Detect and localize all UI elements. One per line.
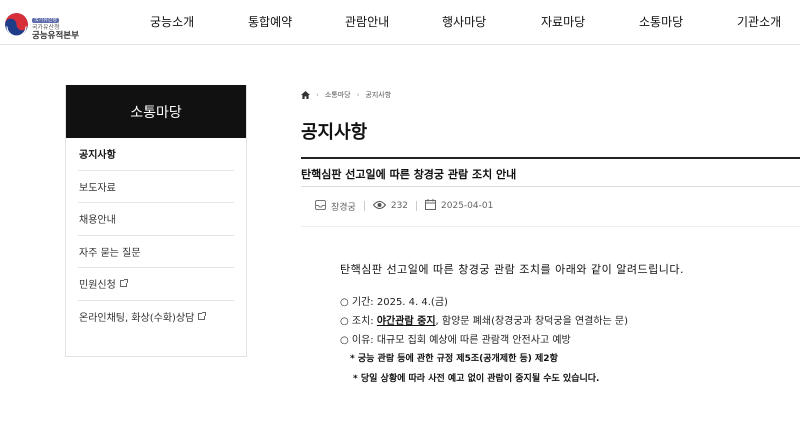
post-date: 2025-04-01 — [441, 201, 494, 211]
sidebar-menu: 공지사항 보도자료 채용안내 자주 묻는 질문 민원신청 온라인채팅, 화상(수… — [66, 138, 246, 333]
nav-item-visit-guide[interactable]: 관람안내 — [345, 13, 389, 30]
post-note-warning: * 당일 상황에 따라 사전 예고 없이 관람이 중지될 수도 있습니다. — [353, 374, 600, 384]
nav-item-communication[interactable]: 소통마당 — [639, 13, 683, 30]
sidebar-item-recruit[interactable]: 채용안내 — [78, 203, 234, 236]
page-title: 공지사항 — [301, 122, 368, 143]
sidebar-item-label: 채용안내 — [79, 215, 116, 227]
measure-emphasis: 야간관람 중지 — [376, 316, 436, 327]
post-title: 탄핵심판 선고일에 따른 창경궁 관람 조치 안내 — [301, 168, 517, 181]
calendar-icon — [425, 199, 437, 213]
breadcrumb-item[interactable]: 공지사항 — [365, 90, 391, 100]
breadcrumb-separator: › — [316, 91, 319, 99]
inbox-icon — [315, 199, 326, 213]
logo-line3: 궁능유적본부 — [32, 31, 79, 41]
post-title-divider — [301, 186, 800, 187]
post-reason: ○ 이유: 대규모 집회 예상에 따른 관람객 안전사고 예방 — [340, 335, 571, 346]
nav-item-events[interactable]: 행사마당 — [442, 13, 486, 30]
breadcrumb-item[interactable]: 소통마당 — [325, 90, 351, 100]
post-period: ○ 기간: 2025. 4. 4.(금) — [340, 297, 448, 308]
sidebar-item-label: 공지사항 — [79, 150, 116, 162]
sidebar-item-label: 민원신청 — [79, 280, 116, 292]
sidebar-item-label: 보도자료 — [79, 182, 116, 194]
meta-divider-line — [301, 226, 800, 227]
sidebar-title: 소통마당 — [66, 85, 246, 138]
home-icon[interactable] — [301, 91, 310, 99]
post-meta: 창경궁 232 2025-04-01 — [315, 199, 493, 213]
post-measure: ○ 조치: 야간관람 중지, 함양문 폐쇄(창경궁과 창덕궁을 연결하는 문) — [340, 312, 628, 327]
external-link-icon — [198, 312, 207, 321]
post-author: 창경궁 — [331, 202, 356, 213]
sidebar: 소통마당 공지사항 보도자료 채용안내 자주 묻는 질문 민원신청 온라인채팅,… — [65, 85, 247, 357]
meta-divider — [363, 201, 365, 211]
main-nav: 궁능소개 통합예약 관람안내 행사마당 자료마당 소통마당 기관소개 — [0, 13, 800, 29]
post-note-regulation: * 궁능 관람 등에 관한 규정 제5조(공개제한 등) 제2항 — [350, 354, 558, 364]
nav-item-resources[interactable]: 자료마당 — [541, 13, 585, 30]
sidebar-item-label: 온라인채팅, 화상(수화)상담 — [79, 313, 195, 325]
nav-item-palace-intro[interactable]: 궁능소개 — [150, 13, 194, 30]
sidebar-item-faq[interactable]: 자주 묻는 질문 — [78, 236, 234, 268]
meta-divider — [416, 201, 418, 211]
post-lead: 탄핵심판 선고일에 따른 창경궁 관람 조치를 아래와 같이 알려드립니다. — [340, 263, 684, 276]
title-divider — [301, 157, 800, 159]
external-link-icon — [119, 279, 128, 288]
measure-suffix: , 함양문 폐쇄(창경궁과 창덕궁을 연결하는 문) — [435, 316, 629, 327]
sidebar-item-notice[interactable]: 공지사항 — [78, 138, 234, 171]
nav-item-about[interactable]: 기관소개 — [737, 13, 781, 30]
site-header: 국가유산청 국가유산청 궁능유적본부 궁능소개 통합예약 관람안내 행사마당 자… — [0, 0, 800, 45]
nav-item-reservation[interactable]: 통합예약 — [248, 13, 292, 30]
sidebar-item-petition[interactable]: 민원신청 — [78, 268, 234, 301]
sidebar-item-label: 자주 묻는 질문 — [79, 247, 141, 259]
breadcrumb-separator: › — [356, 91, 360, 99]
eye-icon — [372, 200, 387, 213]
measure-prefix: ○ 조치: — [340, 316, 377, 327]
sidebar-item-press[interactable]: 보도자료 — [78, 171, 234, 203]
sidebar-item-online-chat[interactable]: 온라인채팅, 화상(수화)상담 — [78, 301, 234, 334]
post-views: 232 — [390, 201, 409, 211]
breadcrumb: › 소통마당 › 공지사항 — [301, 90, 391, 100]
